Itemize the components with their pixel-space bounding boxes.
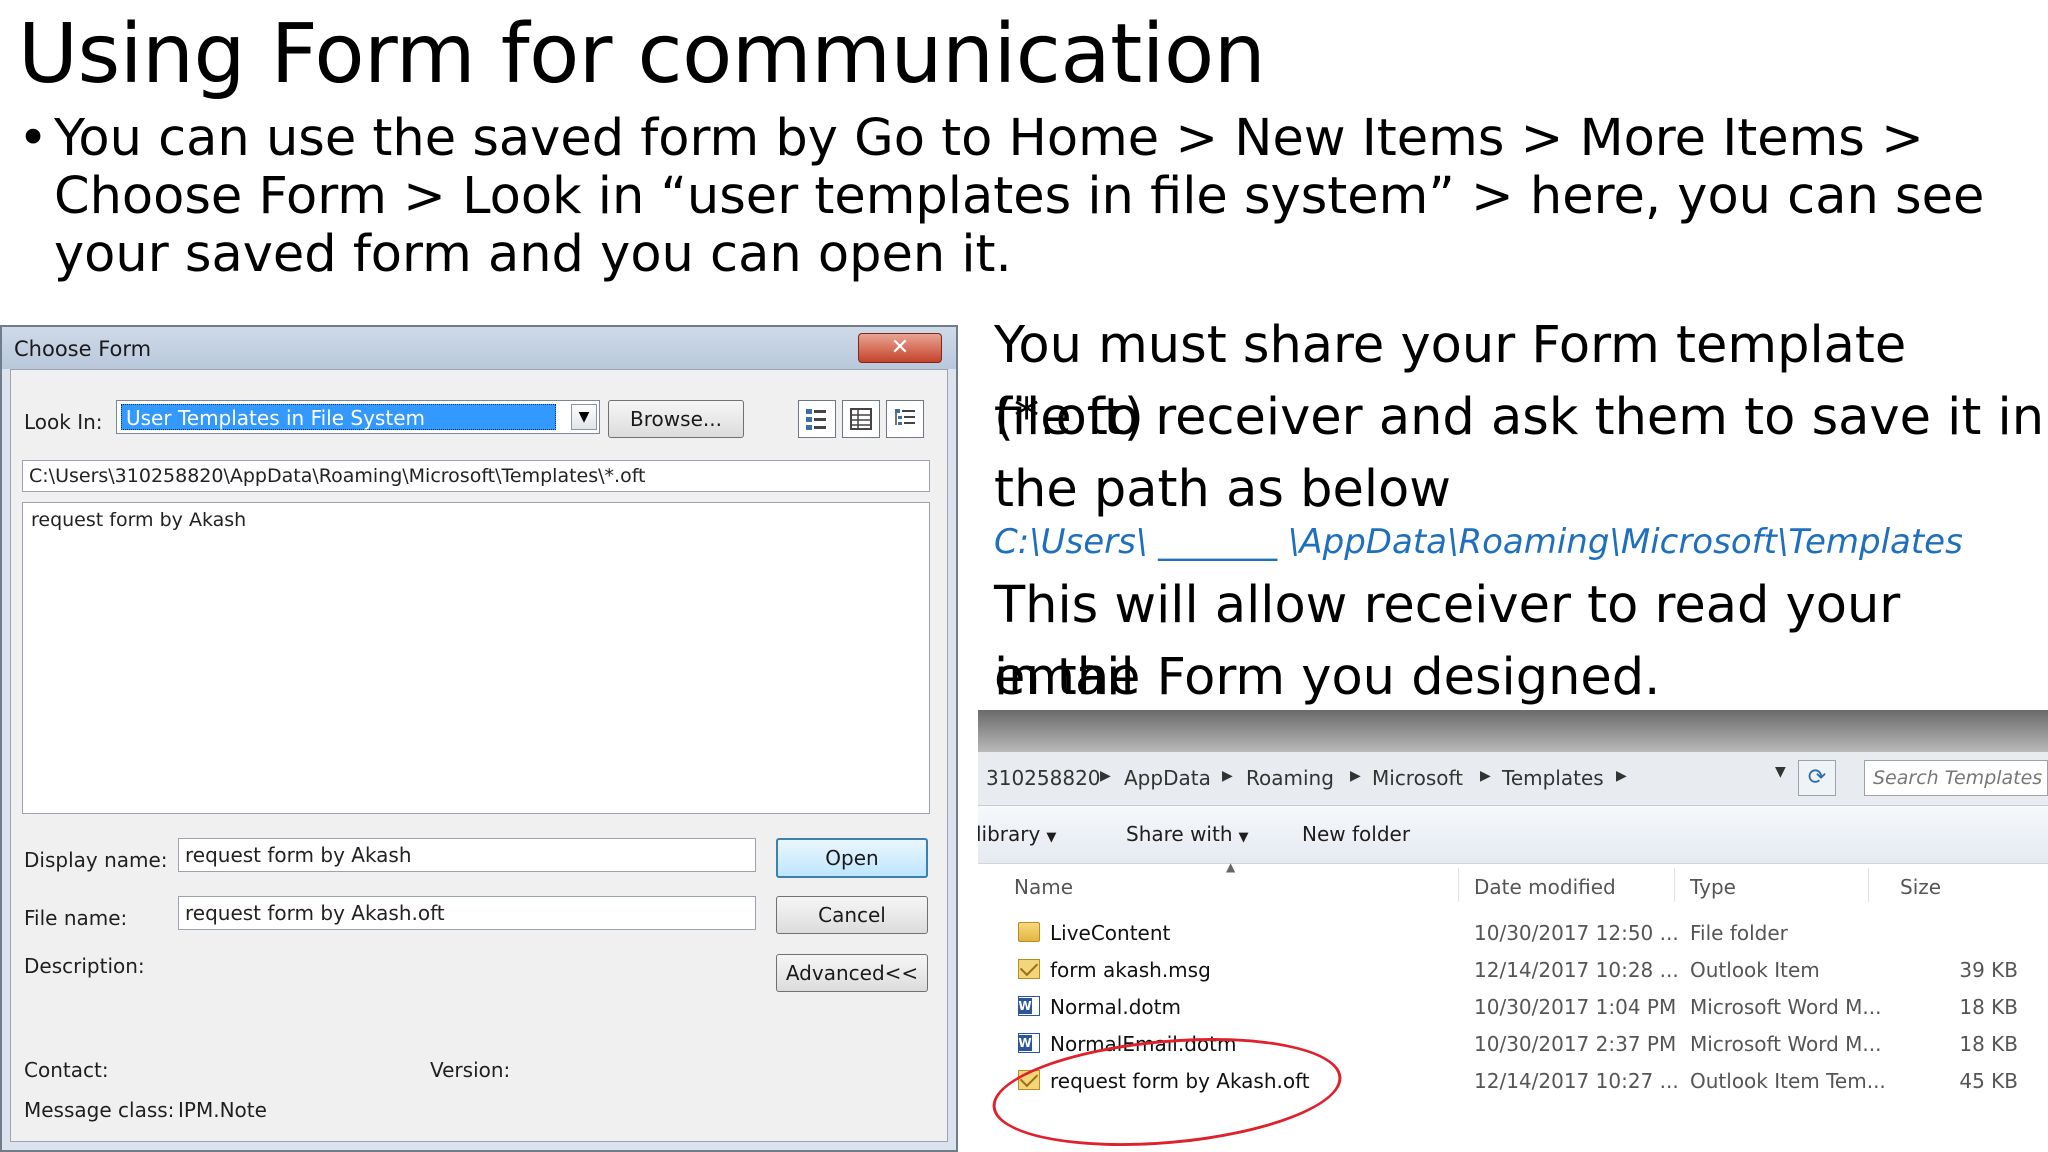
form-list[interactable]: request form by Akash xyxy=(22,502,930,814)
note-line-5: in the Form you designed. xyxy=(994,648,1661,707)
file-name: LiveContent xyxy=(1050,921,1171,945)
file-name-label: File name: xyxy=(24,906,128,930)
include-in-library-button[interactable]: library ▼ xyxy=(978,822,1056,846)
column-divider[interactable] xyxy=(1868,868,1869,902)
chevron-right-icon: ▶ xyxy=(1616,768,1627,784)
file-date: 12/14/2017 10:28 ... xyxy=(1474,958,1679,982)
dialog-titlebar[interactable]: Choose Form ✕ xyxy=(2,327,956,369)
column-header-type[interactable]: Type xyxy=(1690,875,1736,899)
file-size: 18 KB xyxy=(1959,1032,2018,1056)
dialog-title: Choose Form xyxy=(14,337,152,361)
look-in-value: User Templates in File System xyxy=(121,404,556,430)
chevron-right-icon: ▶ xyxy=(1222,768,1233,784)
file-date: 12/14/2017 10:27 ... xyxy=(1474,1069,1679,1093)
advanced-button[interactable]: Advanced<< xyxy=(776,954,928,992)
search-input[interactable]: Search Templates xyxy=(1864,760,2048,796)
new-folder-button[interactable]: New folder xyxy=(1302,822,1410,846)
file-size: 39 KB xyxy=(1959,958,2018,982)
cancel-button[interactable]: Cancel xyxy=(776,896,928,934)
chevron-right-icon: ▶ xyxy=(1350,768,1361,784)
small-icons-view-icon[interactable] xyxy=(798,400,836,438)
file-type: Outlook Item Tem... xyxy=(1690,1069,1886,1093)
file-row[interactable]: LiveContent 10/30/2017 12:50 ... File fo… xyxy=(978,914,2048,951)
file-name: Normal.dotm xyxy=(1050,995,1181,1019)
version-label: Version: xyxy=(430,1058,511,1082)
message-class-label: Message class: xyxy=(24,1098,175,1122)
share-with-label: Share with xyxy=(1126,822,1233,846)
chevron-down-icon[interactable]: ▼ xyxy=(1775,764,1786,780)
address-bar[interactable]: 310258820 ▶ AppData ▶ Roaming ▶ Microsof… xyxy=(978,752,2048,806)
slide-title: Using Form for communication xyxy=(18,7,1266,102)
message-class-value: IPM.Note xyxy=(178,1098,267,1122)
contact-label: Contact: xyxy=(24,1058,109,1082)
file-date: 10/30/2017 1:04 PM xyxy=(1474,995,1677,1019)
bullet-dot: • xyxy=(18,109,49,168)
file-type: Microsoft Word M... xyxy=(1690,1032,1882,1056)
folder-icon xyxy=(1018,922,1040,942)
file-size: 45 KB xyxy=(1959,1069,2018,1093)
display-name-field[interactable]: request form by Akash xyxy=(178,838,756,872)
column-header-size[interactable]: Size xyxy=(1900,875,1941,899)
note-line-3: the path as below xyxy=(994,460,1451,519)
chevron-right-icon: ▶ xyxy=(1100,768,1111,784)
note-line-2: file to receiver and ask them to save it… xyxy=(994,388,2045,447)
breadcrumb[interactable]: Microsoft xyxy=(1372,766,1463,790)
breadcrumb[interactable]: Roaming xyxy=(1246,766,1334,790)
look-in-label: Look In: xyxy=(24,410,103,434)
breadcrumb[interactable]: Templates xyxy=(1502,766,1604,790)
explorer-toolbar: library ▼ Share with ▼ New folder xyxy=(978,806,2048,864)
file-date: 10/30/2017 2:37 PM xyxy=(1474,1032,1677,1056)
description-label: Description: xyxy=(24,954,145,978)
open-button[interactable]: Open xyxy=(776,838,928,878)
breadcrumb[interactable]: AppData xyxy=(1124,766,1211,790)
close-button[interactable]: ✕ xyxy=(858,333,942,363)
bullet-point: • You can use the saved form by Go to Ho… xyxy=(18,110,2028,284)
library-label: library xyxy=(978,822,1041,846)
word-icon xyxy=(1018,996,1040,1016)
chevron-down-icon[interactable]: ▼ xyxy=(571,404,597,430)
file-size: 18 KB xyxy=(1959,995,2018,1019)
file-row[interactable]: form akash.msg 12/14/2017 10:28 ... Outl… xyxy=(978,951,2048,988)
display-name-label: Display name: xyxy=(24,848,168,872)
browse-button[interactable]: Browse... xyxy=(608,400,744,438)
folder-path-field: C:\Users\310258820\AppData\Roaming\Micro… xyxy=(22,460,930,492)
share-with-button[interactable]: Share with ▼ xyxy=(1126,822,1249,846)
file-type: File folder xyxy=(1690,921,1788,945)
chevron-down-icon: ▼ xyxy=(1238,830,1249,845)
template-path-note: C:\Users\ _______ \AppData\Roaming\Micro… xyxy=(994,522,1963,562)
file-type: Outlook Item xyxy=(1690,958,1820,982)
column-header-date[interactable]: Date modified xyxy=(1474,875,1616,899)
refresh-icon[interactable]: ⟳ xyxy=(1798,760,1836,796)
column-divider[interactable] xyxy=(1458,868,1459,902)
file-date: 10/30/2017 12:50 ... xyxy=(1474,921,1679,945)
chevron-down-icon: ▼ xyxy=(1046,830,1057,845)
sort-indicator-icon: ▲ xyxy=(1226,860,1236,874)
column-header-name[interactable]: Name xyxy=(1014,875,1073,899)
list-view-icon[interactable] xyxy=(842,400,880,438)
breadcrumb[interactable]: 310258820 xyxy=(986,766,1101,790)
file-type: Microsoft Word M... xyxy=(1690,995,1882,1019)
details-view-icon[interactable] xyxy=(886,400,924,438)
explorer-titlebar xyxy=(978,710,2048,752)
chevron-right-icon: ▶ xyxy=(1480,768,1491,784)
bullet-text: You can use the saved form by Go to Home… xyxy=(54,109,1985,284)
file-name: form akash.msg xyxy=(1050,958,1211,982)
word-icon xyxy=(1018,1033,1040,1053)
look-in-select[interactable]: User Templates in File System ▼ xyxy=(116,400,600,434)
list-item[interactable]: request form by Akash xyxy=(31,509,246,531)
file-row[interactable]: Normal.dotm 10/30/2017 1:04 PM Microsoft… xyxy=(978,988,2048,1025)
file-name-field[interactable]: request form by Akash.oft xyxy=(178,896,756,930)
mail-icon xyxy=(1018,959,1040,979)
column-divider[interactable] xyxy=(1674,868,1675,902)
